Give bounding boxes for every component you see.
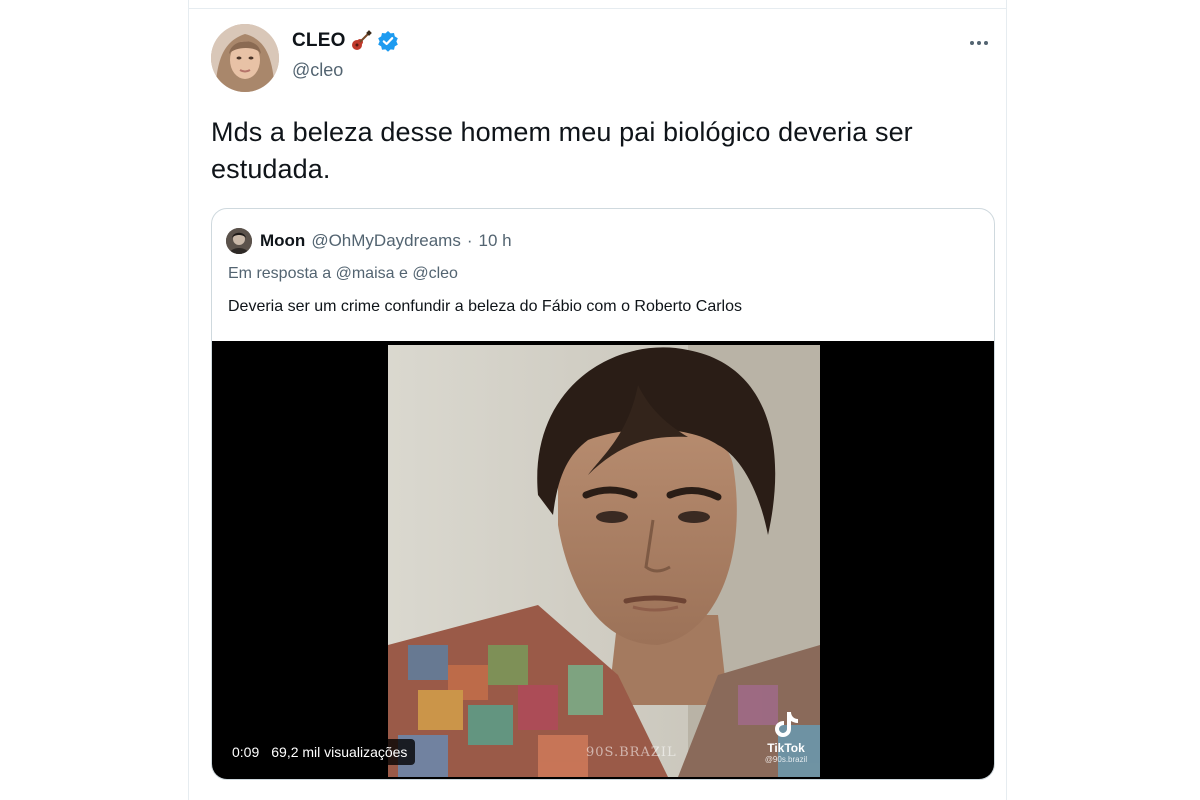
quote-text: Deveria ser um crime confundir a beleza … — [228, 298, 743, 315]
quote-separator: · — [466, 231, 473, 250]
reply-mention-maisa[interactable]: @maisa — [336, 265, 395, 282]
tiktok-handle: @90s.brazil — [764, 755, 808, 764]
video-views: 69,2 mil visualizações — [271, 744, 408, 760]
tiktok-label: TikTok — [767, 741, 805, 755]
reply-joiner: e — [398, 265, 408, 282]
more-dot — [970, 41, 974, 45]
quote-timestamp[interactable]: 10 h — [479, 231, 512, 251]
tiktok-watermark: TikTok @90s.brazil — [756, 709, 816, 773]
author-handle[interactable]: @cleo — [292, 60, 343, 81]
tweet-text: Mds a beleza desse homem meu pai biológi… — [211, 117, 913, 184]
video-time: 0:09 — [232, 744, 260, 760]
reply-prefix: Em resposta a — [228, 265, 332, 282]
guitar-emoji-icon — [350, 30, 372, 52]
more-options-icon[interactable] — [964, 34, 994, 52]
author-name[interactable]: CLEO — [292, 30, 346, 52]
tiktok-logo-icon — [771, 709, 801, 739]
timeline-right-border — [1006, 0, 1007, 800]
author-avatar[interactable] — [211, 24, 279, 92]
quote-header: Moon @OhMyDaydreams · 10 h — [226, 228, 512, 254]
quote-author-avatar[interactable] — [226, 228, 252, 254]
quote-reply-context: Em resposta a @maisa e @cleo — [228, 265, 458, 283]
reply-mention-cleo[interactable]: @cleo — [412, 265, 458, 282]
tweet-divider — [189, 8, 1006, 9]
more-dot — [977, 41, 981, 45]
video-watermark: 90S.BRAZIL — [586, 745, 677, 760]
video-player[interactable]: 0:09 69,2 mil visualizações 90S.BRAZIL T… — [212, 341, 994, 779]
author-name-row[interactable]: CLEO — [292, 30, 399, 52]
quoted-tweet[interactable]: Moon @OhMyDaydreams · 10 h Em resposta a… — [211, 208, 995, 780]
video-info-pill: 0:09 69,2 mil visualizações — [224, 739, 416, 765]
verified-badge-icon — [377, 30, 399, 52]
more-dot — [984, 41, 988, 45]
quote-author-handle[interactable]: @OhMyDaydreams — [311, 231, 461, 251]
quote-author-name[interactable]: Moon — [260, 231, 305, 251]
tweet[interactable]: CLEO @cleo Mds a beleza desse homem meu … — [189, 0, 1006, 800]
